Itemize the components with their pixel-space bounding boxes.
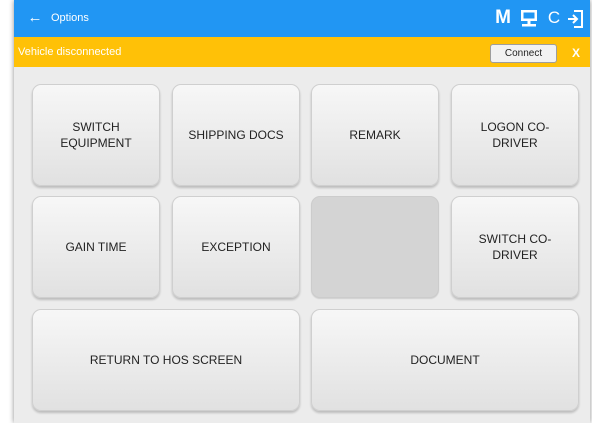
switch-co-driver-label: SWITCH CO-DRIVER	[478, 232, 552, 262]
m-icon[interactable]: M	[492, 6, 514, 30]
return-to-hos-screen-label: RETURN TO HOS SCREEN	[89, 353, 243, 367]
gain-time-button[interactable]: GAIN TIME	[32, 196, 160, 298]
refresh-icon[interactable]: C	[544, 6, 564, 30]
remark-label: REMARK	[349, 128, 401, 142]
logon-co-driver-label: LOGON CO-DRIVER	[480, 120, 550, 150]
switch-co-driver-button[interactable]: SWITCH CO-DRIVER	[451, 196, 579, 298]
document-button[interactable]: DOCUMENT	[311, 309, 579, 411]
computer-icon-graphic	[521, 10, 537, 27]
switch-equipment-button[interactable]: SWITCH EQUIPMENT	[32, 84, 160, 186]
connection-status-text: Vehicle disconnected	[18, 46, 122, 58]
return-to-hos-screen-button[interactable]: RETURN TO HOS SCREEN	[32, 309, 300, 411]
computer-icon[interactable]	[518, 8, 540, 30]
close-banner-button[interactable]: X	[568, 44, 584, 62]
exception-label: EXCEPTION	[201, 240, 271, 254]
connection-banner: Vehicle disconnected Connect X	[14, 37, 590, 67]
back-arrow-icon[interactable]: ←	[26, 9, 44, 27]
remark-button[interactable]: REMARK	[311, 84, 439, 186]
logout-icon-graphic	[568, 10, 583, 28]
app-bar: ← Options M C	[14, 0, 590, 37]
gain-time-label: GAIN TIME	[65, 240, 127, 254]
document-label: DOCUMENT	[410, 353, 480, 367]
exception-button[interactable]: EXCEPTION	[172, 196, 300, 298]
switch-equipment-label: SWITCH EQUIPMENT	[60, 120, 132, 150]
connect-button[interactable]: Connect	[490, 44, 557, 63]
shipping-docs-label: SHIPPING DOCS	[188, 128, 284, 142]
empty-grid-slot	[311, 196, 439, 298]
logon-co-driver-button[interactable]: LOGON CO-DRIVER	[451, 84, 579, 186]
app-screen: ← Options M C Vehicle disconnected Conne…	[14, 0, 590, 423]
page-title: Options	[51, 12, 89, 24]
logout-icon[interactable]	[566, 8, 586, 30]
shipping-docs-button[interactable]: SHIPPING DOCS	[172, 84, 300, 186]
